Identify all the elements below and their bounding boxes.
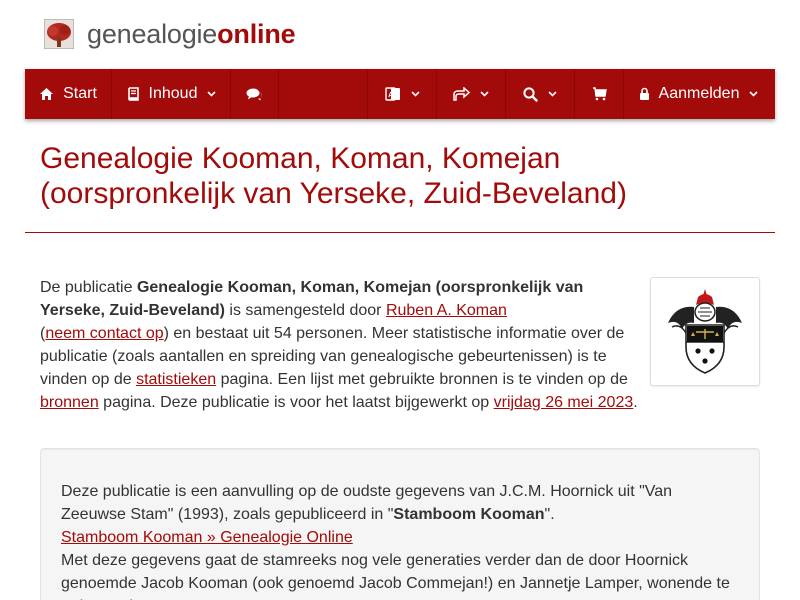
author-link[interactable]: Ruben A. Koman [386, 302, 507, 319]
logo-text: genealogieonline [87, 19, 296, 49]
lock-icon [639, 87, 649, 100]
logo-text-part2: online [217, 19, 296, 49]
nav-login-label: Aanmelden [658, 85, 740, 102]
intro-text: De publicatie [40, 279, 137, 296]
nav-share[interactable] [437, 69, 506, 119]
nav-language[interactable]: A [368, 69, 437, 119]
main-navbar: Start Inhoud A Aanmelden [25, 69, 775, 119]
nav-spacer [279, 69, 368, 119]
nav-cart[interactable] [575, 69, 624, 119]
nav-start-label: Start [63, 85, 97, 102]
tree-logo-icon [44, 19, 74, 49]
intro-text: pagina. Deze publicatie is voor het laat… [98, 394, 494, 411]
publication-description-panel: Deze publicatie is een aanvulling op de … [40, 448, 760, 600]
description-paragraph-1: Deze publicatie is een aanvulling op de … [61, 480, 739, 600]
intro-text: pagina. Een lijst met gebruikte bronnen … [216, 371, 628, 388]
nav-chat[interactable] [231, 69, 279, 119]
intro-text: is samengesteld door [224, 302, 386, 319]
sources-link[interactable]: bronnen [40, 394, 99, 411]
description-text: ". [544, 506, 555, 523]
last-updated-link[interactable]: vrijdag 26 mei 2023 [494, 394, 634, 411]
title-divider [25, 232, 775, 233]
comments-icon [246, 88, 262, 100]
chevron-down-icon [548, 91, 557, 97]
chevron-down-icon [480, 91, 489, 97]
intro-text: . [633, 394, 638, 411]
contact-link[interactable]: neem contact op [45, 325, 163, 342]
nav-inhoud-label: Inhoud [148, 85, 198, 102]
description-paragraph-2: Met deze gegevens gaat de stamreeks nog … [61, 552, 730, 600]
language-icon: A [384, 87, 400, 101]
cart-icon [592, 87, 607, 101]
coat-of-arms-icon [658, 285, 752, 378]
nav-search[interactable] [506, 69, 575, 119]
description-bold: Stamboom Kooman [393, 506, 545, 523]
search-icon [523, 86, 538, 102]
logo-text-part1: genealogie [87, 19, 218, 49]
chevron-down-icon [410, 91, 420, 97]
nav-inhoud[interactable]: Inhoud [112, 69, 231, 119]
share-icon [453, 87, 470, 101]
nav-login[interactable]: Aanmelden [624, 69, 773, 119]
coat-of-arms-thumbnail[interactable] [650, 277, 760, 386]
svg-text:A: A [388, 92, 393, 99]
chevron-down-icon [749, 91, 759, 97]
nav-start[interactable]: Start [25, 69, 112, 119]
stamboom-kooman-link[interactable]: Stamboom Kooman » Genealogie Online [61, 529, 353, 546]
book-icon [127, 87, 139, 101]
home-icon [40, 88, 54, 100]
description-text: Deze publicatie is een aanvulling op de … [61, 483, 673, 523]
statistics-link[interactable]: statistieken [136, 371, 216, 388]
site-logo[interactable]: genealogieonline [44, 19, 296, 49]
publication-intro: De publicatie Genealogie Kooman, Koman, … [40, 276, 640, 414]
chevron-down-icon [207, 91, 217, 97]
page-title: Genealogie Kooman, Koman, Komejan (oorsp… [40, 142, 627, 210]
